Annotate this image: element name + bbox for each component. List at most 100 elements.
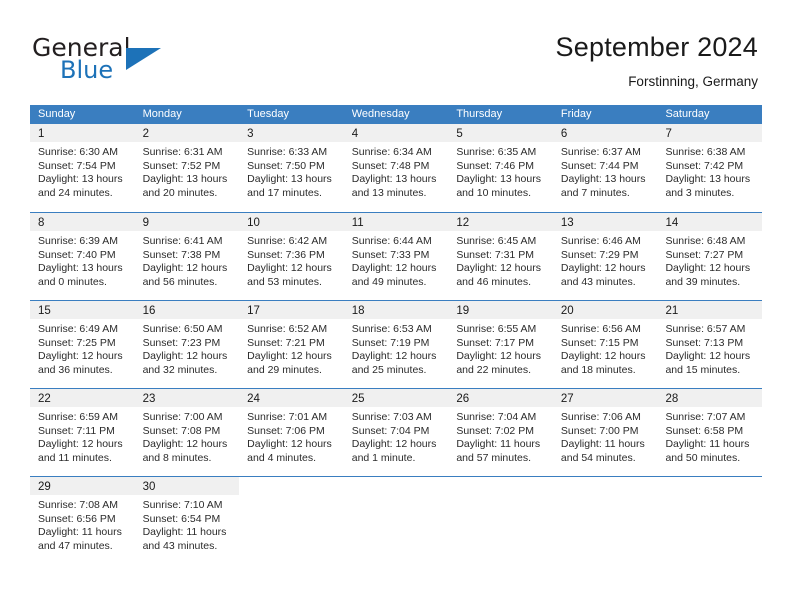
sunrise-text: Sunrise: 6:45 AM xyxy=(456,235,537,247)
day-number-strip: 23 xyxy=(134,389,240,407)
day-details: Sunrise: 6:55 AM Sunset: 7:17 PM Dayligh… xyxy=(448,319,553,377)
day-number: 8 xyxy=(38,217,45,229)
sunset-text: Sunset: 7:48 PM xyxy=(351,159,430,172)
daylight-text-line2: and 13 minutes. xyxy=(351,186,427,199)
day-cell[interactable]: 25 Sunrise: 7:03 AM Sunset: 7:04 PM Dayl… xyxy=(343,389,449,476)
day-cell[interactable]: 14 Sunrise: 6:48 AM Sunset: 7:27 PM Dayl… xyxy=(657,213,763,300)
day-cell[interactable]: 21 Sunrise: 6:57 AM Sunset: 7:13 PM Dayl… xyxy=(657,301,763,388)
day-cell[interactable]: 5 Sunrise: 6:35 AM Sunset: 7:46 PM Dayli… xyxy=(448,124,553,212)
day-cell-empty xyxy=(239,477,344,564)
sunset-text: Sunset: 7:40 PM xyxy=(38,248,116,261)
sunrise-text: Sunrise: 6:38 AM xyxy=(665,146,746,158)
day-cell[interactable]: 20 Sunrise: 6:56 AM Sunset: 7:15 PM Dayl… xyxy=(552,301,658,388)
daylight-text-line2: and 7 minutes. xyxy=(560,186,630,199)
day-details: Sunrise: 6:56 AM Sunset: 7:15 PM Dayligh… xyxy=(553,319,658,377)
sunrise-text: Sunrise: 6:31 AM xyxy=(142,146,223,158)
daylight-text-line1: Daylight: 13 hours xyxy=(142,173,228,185)
day-number: 23 xyxy=(142,393,156,405)
day-cell[interactable]: 17 Sunrise: 6:52 AM Sunset: 7:21 PM Dayl… xyxy=(239,301,344,388)
daylight-text-line2: and 54 minutes. xyxy=(560,451,636,464)
week-row: 29 Sunrise: 7:08 AM Sunset: 6:56 PM Dayl… xyxy=(30,476,763,564)
day-cell[interactable]: 16 Sunrise: 6:50 AM Sunset: 7:23 PM Dayl… xyxy=(134,301,240,388)
weekday-header-tuesday: Tuesday xyxy=(247,108,289,120)
sunset-text: Sunset: 7:17 PM xyxy=(456,336,534,349)
daylight-text-line2: and 25 minutes. xyxy=(351,363,427,376)
day-number: 27 xyxy=(560,393,574,405)
day-details: Sunrise: 6:30 AM Sunset: 7:54 PM Dayligh… xyxy=(30,142,135,200)
daylight-text-line2: and 49 minutes. xyxy=(351,275,427,288)
day-cell[interactable]: 3 Sunrise: 6:33 AM Sunset: 7:50 PM Dayli… xyxy=(239,124,344,212)
day-number: 6 xyxy=(560,128,568,140)
day-cell[interactable]: 22 Sunrise: 6:59 AM Sunset: 7:11 PM Dayl… xyxy=(30,389,135,476)
day-cell[interactable]: 4 Sunrise: 6:34 AM Sunset: 7:48 PM Dayli… xyxy=(343,124,449,212)
day-cell[interactable]: 11 Sunrise: 6:44 AM Sunset: 7:33 PM Dayl… xyxy=(343,213,449,300)
daylight-text-line1: Daylight: 11 hours xyxy=(665,438,750,450)
day-number-strip: 16 xyxy=(134,301,240,319)
day-cell[interactable]: 8 Sunrise: 6:39 AM Sunset: 7:40 PM Dayli… xyxy=(30,213,135,300)
day-cell[interactable]: 2 Sunrise: 6:31 AM Sunset: 7:52 PM Dayli… xyxy=(134,124,240,212)
day-number-strip: 4 xyxy=(343,124,449,142)
day-number-strip: 3 xyxy=(239,124,344,142)
daylight-text-line1: Daylight: 12 hours xyxy=(665,350,751,362)
sunrise-text: Sunrise: 7:07 AM xyxy=(665,411,746,423)
day-cell[interactable]: 13 Sunrise: 6:46 AM Sunset: 7:29 PM Dayl… xyxy=(552,213,658,300)
day-number: 15 xyxy=(38,305,51,317)
day-cell[interactable]: 18 Sunrise: 6:53 AM Sunset: 7:19 PM Dayl… xyxy=(343,301,449,388)
day-number: 20 xyxy=(560,305,574,317)
daylight-text-line2: and 43 minutes. xyxy=(560,275,636,288)
brand-logo[interactable]: General Blue xyxy=(32,34,252,90)
day-number: 25 xyxy=(351,393,365,405)
sunset-text: Sunset: 7:19 PM xyxy=(351,336,430,349)
sunset-text: Sunset: 7:29 PM xyxy=(560,248,639,261)
day-cell[interactable]: 23 Sunrise: 7:00 AM Sunset: 7:08 PM Dayl… xyxy=(134,389,240,476)
sunset-text: Sunset: 7:50 PM xyxy=(247,159,325,172)
day-number-strip xyxy=(239,477,344,495)
day-number-strip: 6 xyxy=(552,124,658,142)
day-cell[interactable]: 27 Sunrise: 7:06 AM Sunset: 7:00 PM Dayl… xyxy=(552,389,658,476)
day-cell[interactable]: 15 Sunrise: 6:49 AM Sunset: 7:25 PM Dayl… xyxy=(30,301,135,388)
sunrise-text: Sunrise: 6:55 AM xyxy=(456,323,537,335)
day-details: Sunrise: 6:42 AM Sunset: 7:36 PM Dayligh… xyxy=(239,231,344,289)
sunrise-text: Sunrise: 7:08 AM xyxy=(38,499,118,511)
day-number-strip: 8 xyxy=(30,213,135,231)
daylight-text-line1: Daylight: 12 hours xyxy=(456,262,541,274)
day-number-strip: 26 xyxy=(448,389,553,407)
daylight-text-line1: Daylight: 12 hours xyxy=(456,350,541,362)
daylight-text-line2: and 46 minutes. xyxy=(456,275,532,288)
day-cell[interactable]: 29 Sunrise: 7:08 AM Sunset: 6:56 PM Dayl… xyxy=(30,477,135,564)
day-details: Sunrise: 6:44 AM Sunset: 7:33 PM Dayligh… xyxy=(344,231,449,289)
sunrise-text: Sunrise: 6:53 AM xyxy=(351,323,432,335)
daylight-text-line2: and 4 minutes. xyxy=(247,451,317,464)
day-cell[interactable]: 24 Sunrise: 7:01 AM Sunset: 7:06 PM Dayl… xyxy=(239,389,344,476)
day-details: Sunrise: 6:53 AM Sunset: 7:19 PM Dayligh… xyxy=(344,319,449,377)
day-cell[interactable]: 26 Sunrise: 7:04 AM Sunset: 7:02 PM Dayl… xyxy=(448,389,553,476)
day-cell[interactable]: 10 Sunrise: 6:42 AM Sunset: 7:36 PM Dayl… xyxy=(239,213,344,300)
day-cell[interactable]: 12 Sunrise: 6:45 AM Sunset: 7:31 PM Dayl… xyxy=(448,213,553,300)
day-number: 4 xyxy=(351,128,359,140)
day-cell[interactable]: 7 Sunrise: 6:38 AM Sunset: 7:42 PM Dayli… xyxy=(657,124,763,212)
day-number: 17 xyxy=(247,305,260,317)
day-cell[interactable]: 19 Sunrise: 6:55 AM Sunset: 7:17 PM Dayl… xyxy=(448,301,553,388)
sunrise-text: Sunrise: 6:33 AM xyxy=(247,146,328,158)
day-cell[interactable]: 28 Sunrise: 7:07 AM Sunset: 6:58 PM Dayl… xyxy=(657,389,763,476)
daylight-text-line2: and 3 minutes. xyxy=(665,186,735,199)
day-details: Sunrise: 6:34 AM Sunset: 7:48 PM Dayligh… xyxy=(344,142,449,200)
day-cell[interactable]: 6 Sunrise: 6:37 AM Sunset: 7:44 PM Dayli… xyxy=(552,124,658,212)
daylight-text-line2: and 8 minutes. xyxy=(142,451,212,464)
sunset-text: Sunset: 7:27 PM xyxy=(665,248,744,261)
page-header: General Blue September 2024 Forstinning,… xyxy=(0,0,792,100)
daylight-text-line1: Daylight: 13 hours xyxy=(351,173,437,185)
day-cell[interactable]: 1 Sunrise: 6:30 AM Sunset: 7:54 PM Dayli… xyxy=(30,124,135,212)
daylight-text-line1: Daylight: 12 hours xyxy=(247,350,332,362)
sunset-text: Sunset: 7:25 PM xyxy=(38,336,116,349)
weekday-header-thursday: Thursday xyxy=(456,108,503,120)
sunset-text: Sunset: 7:38 PM xyxy=(142,248,221,261)
day-cell[interactable]: 30 Sunrise: 7:10 AM Sunset: 6:54 PM Dayl… xyxy=(134,477,240,564)
day-cell-empty xyxy=(657,477,763,564)
sunset-text: Sunset: 7:00 PM xyxy=(560,424,639,437)
day-number-strip: 14 xyxy=(657,213,763,231)
day-cell[interactable]: 9 Sunrise: 6:41 AM Sunset: 7:38 PM Dayli… xyxy=(134,213,240,300)
day-number-strip: 25 xyxy=(343,389,449,407)
sunset-text: Sunset: 7:36 PM xyxy=(247,248,325,261)
day-details: Sunrise: 7:01 AM Sunset: 7:06 PM Dayligh… xyxy=(239,407,344,465)
